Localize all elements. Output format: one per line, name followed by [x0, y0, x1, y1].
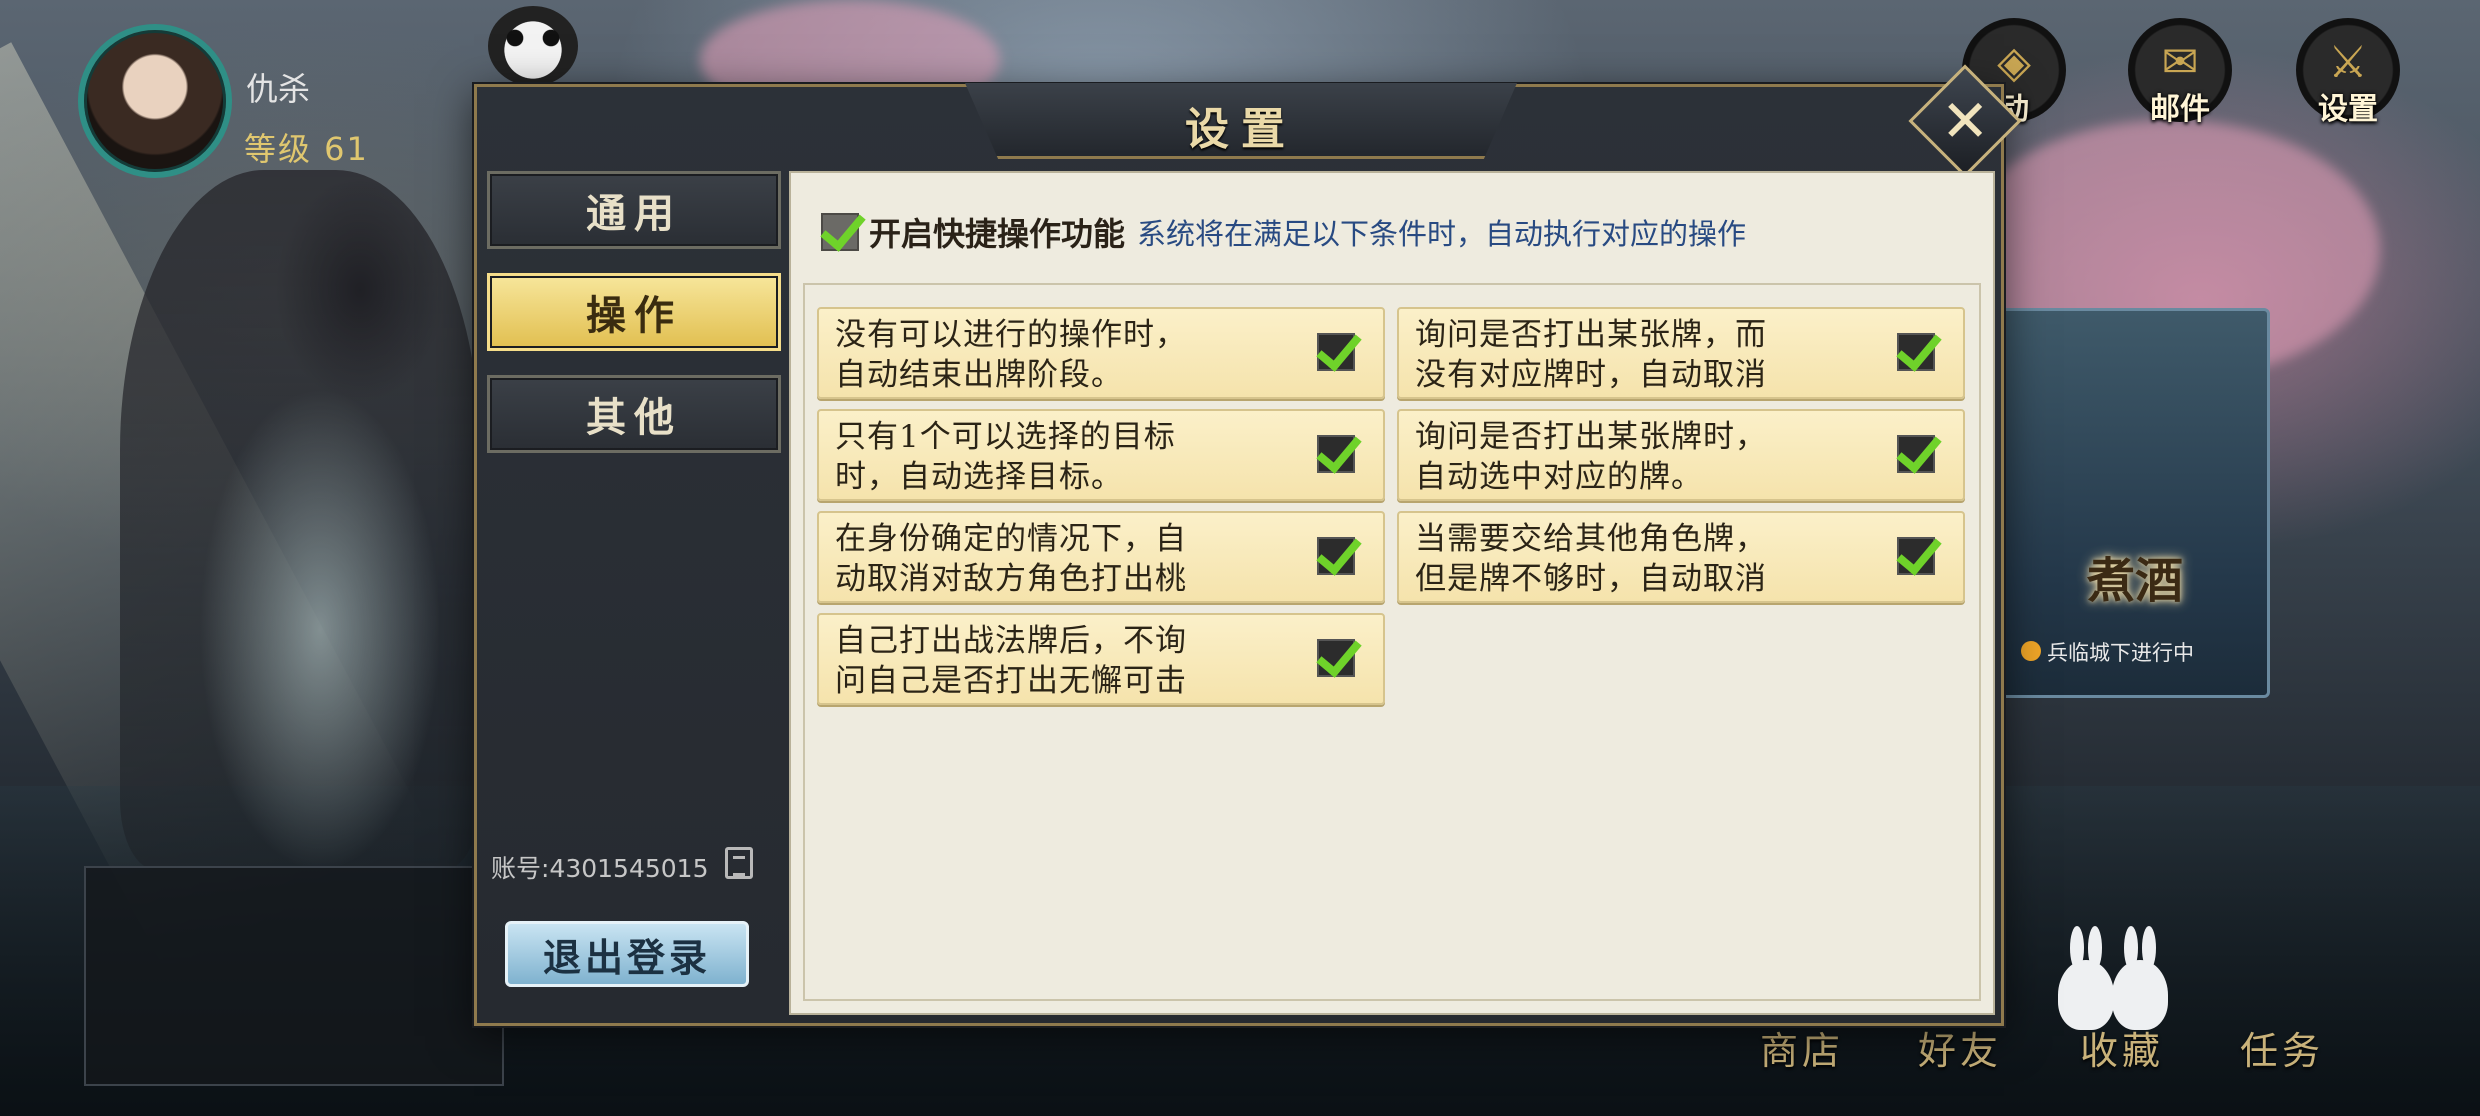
dialog-title: 设置: [1185, 104, 1297, 155]
nav-friends[interactable]: 好友: [1918, 1020, 2002, 1075]
settings-label: 设置: [2318, 92, 2378, 127]
mail-label: 邮件: [2150, 92, 2210, 127]
nav-shop[interactable]: 商店: [1760, 1020, 1844, 1075]
tab-general[interactable]: 通用: [487, 171, 781, 249]
option-checkbox[interactable]: [1317, 333, 1355, 371]
option-text: 询问是否打出某张牌时， 自动选中对应的牌。: [1415, 419, 1767, 495]
tab-other[interactable]: 其他: [487, 375, 781, 453]
quick-action-toggle-row[interactable]: 开启快捷操作功能 系统将在满足以下条件时，自动执行对应的操作: [821, 209, 1746, 255]
settings-dialog: 设置 ✕ 通用 操作 其他 账号:4301545015 退出登录 开启快捷操作功…: [474, 64, 2022, 1026]
option-checkbox[interactable]: [1317, 537, 1355, 575]
option-item[interactable]: 没有可以进行的操作时， 自动结束出牌阶段。: [817, 307, 1385, 399]
bottom-nav: 商店 好友 收藏 任务: [1740, 1020, 2440, 1090]
rabbit-decoration: [2050, 920, 2180, 1030]
option-text: 当需要交给其他角色牌， 但是牌不够时，自动取消: [1415, 521, 1767, 597]
quick-action-checkbox[interactable]: [821, 213, 859, 251]
player-name: 仇杀: [246, 70, 311, 108]
option-checkbox[interactable]: [1317, 435, 1355, 473]
nav-collection[interactable]: 收藏: [2080, 1020, 2164, 1075]
character-portrait: [120, 170, 480, 870]
quick-action-description: 系统将在满足以下条件时，自动执行对应的操作: [1137, 217, 1747, 251]
logout-button[interactable]: 退出登录: [505, 921, 749, 987]
option-item[interactable]: 在身份确定的情况下，自 动取消对敌方角色打出桃: [817, 511, 1385, 603]
copy-icon[interactable]: [725, 847, 753, 879]
tab-operation[interactable]: 操作: [487, 273, 781, 351]
event-dot-icon: [2021, 641, 2041, 661]
avatar[interactable]: [78, 24, 232, 178]
chat-box[interactable]: [84, 866, 504, 1086]
player-level: 等级 61: [244, 130, 369, 168]
settings-button[interactable]: ⚔ 设置: [2296, 18, 2400, 127]
mail-button[interactable]: ✉ 邮件: [2128, 18, 2232, 127]
nav-tasks[interactable]: 任务: [2240, 1020, 2324, 1075]
option-item[interactable]: 当需要交给其他角色牌， 但是牌不够时，自动取消: [1397, 511, 1965, 603]
close-icon: ✕: [1940, 86, 1990, 155]
mail-icon: ✉: [2161, 37, 2199, 88]
option-item[interactable]: 只有1个可以选择的目标 时，自动选择目标。: [817, 409, 1385, 501]
option-text: 没有可以进行的操作时， 自动结束出牌阶段。: [835, 317, 1187, 393]
event-banner[interactable]: 煮酒 兵临城下进行中: [2000, 308, 2270, 698]
quick-action-label: 开启快捷操作功能: [869, 215, 1126, 253]
account-id: 账号:4301545015: [491, 854, 709, 883]
option-checkbox[interactable]: [1897, 537, 1935, 575]
option-checkbox[interactable]: [1897, 435, 1935, 473]
event-title: 煮酒: [2086, 553, 2183, 609]
option-text: 在身份确定的情况下，自 动取消对敌方角色打出桃: [835, 521, 1187, 597]
panda-icon[interactable]: [488, 6, 578, 86]
option-text: 询问是否打出某张牌，而 没有对应牌时，自动取消: [1415, 317, 1767, 393]
option-item[interactable]: 询问是否打出某张牌，而 没有对应牌时，自动取消: [1397, 307, 1965, 399]
option-text: 只有1个可以选择的目标 时，自动选择目标。: [835, 419, 1176, 495]
dialog-header: 设置: [965, 83, 1517, 159]
crossed-swords-icon: ⚔: [2328, 37, 2368, 88]
option-checkbox[interactable]: [1317, 639, 1355, 677]
settings-panel: 开启快捷操作功能 系统将在满足以下条件时，自动执行对应的操作 没有可以进行的操作…: [789, 171, 1995, 1015]
option-checkbox[interactable]: [1897, 333, 1935, 371]
lantern-icon: ◈: [1997, 37, 2031, 88]
option-item[interactable]: 询问是否打出某张牌时， 自动选中对应的牌。: [1397, 409, 1965, 501]
option-item[interactable]: 自己打出战法牌后，不询 问自己是否打出无懈可击: [817, 613, 1385, 705]
option-text: 自己打出战法牌后，不询 问自己是否打出无懈可击: [835, 623, 1187, 699]
event-subtitle: 兵临城下进行中: [2047, 641, 2194, 665]
